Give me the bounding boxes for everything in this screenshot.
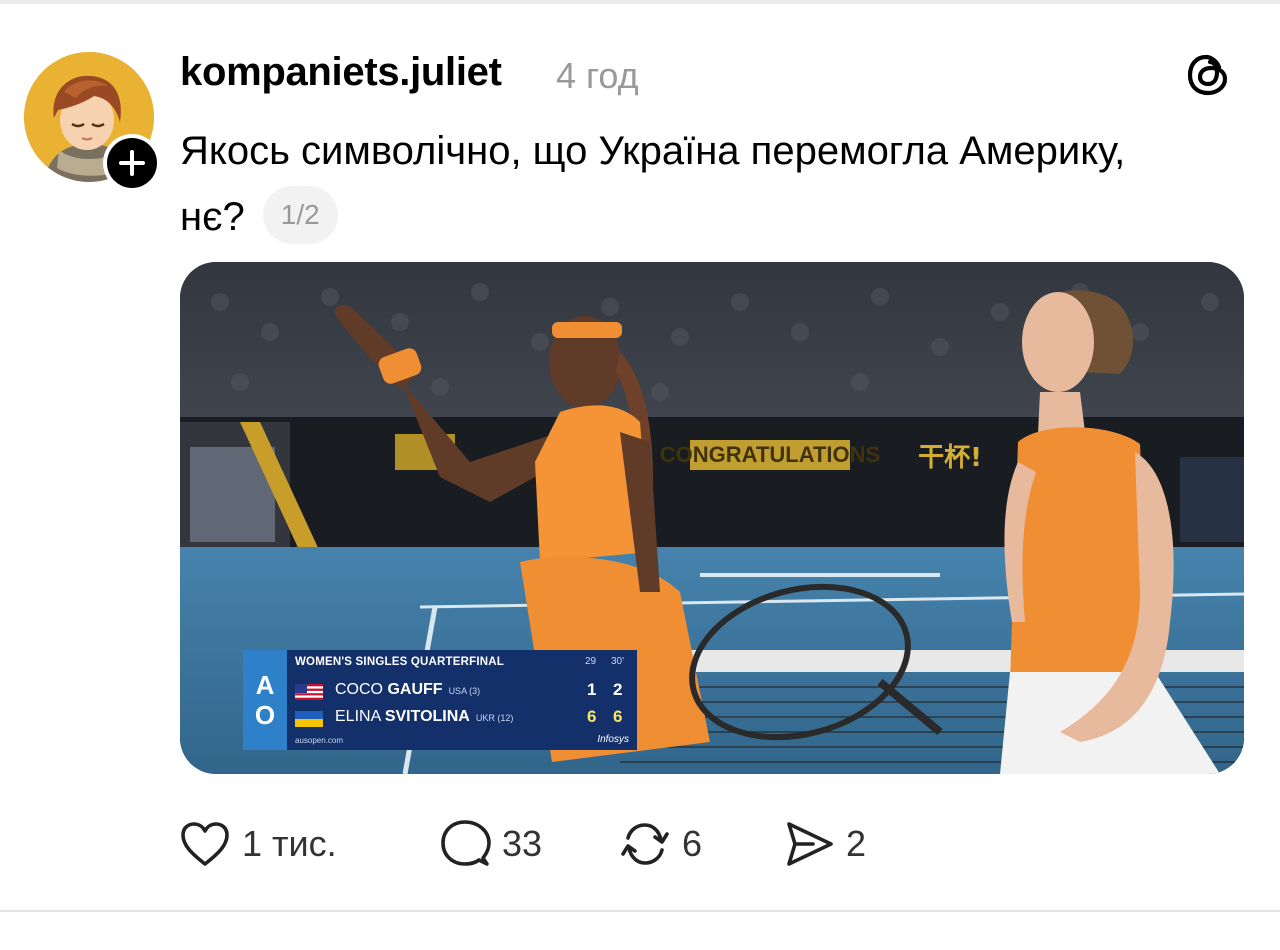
like-button[interactable]: 1 тис. bbox=[178, 814, 337, 874]
match-round: WOMEN'S SINGLES QUARTERFINAL bbox=[295, 656, 504, 668]
comment-count: 33 bbox=[502, 823, 543, 864]
carousel-page-indicator[interactable]: 1/2 bbox=[262, 186, 338, 245]
player-first-name: ELINA bbox=[335, 708, 381, 725]
follow-button[interactable] bbox=[103, 134, 161, 192]
sponsor-label: Infosys bbox=[597, 734, 629, 745]
share-button[interactable]: 2 bbox=[782, 814, 866, 874]
set-score: 1 bbox=[587, 680, 597, 699]
player-first-name: COCO bbox=[335, 681, 383, 698]
set-header-1: 29 bbox=[585, 656, 597, 667]
player-name: ELINA SVITOLINA UKR (12) bbox=[335, 708, 513, 726]
scoreboard-overlay: A O WOMEN'S SINGLES QUARTERFINAL 29 30' … bbox=[243, 650, 637, 750]
set-score: 6 bbox=[613, 707, 623, 726]
post-body: Якось символічно, що Україна перемогла А… bbox=[180, 118, 1160, 250]
usa-flag-icon bbox=[295, 684, 323, 700]
player-last-name: GAUFF bbox=[387, 681, 443, 698]
ao-logo-letter-a: A bbox=[255, 670, 275, 700]
like-count: 1 тис. bbox=[242, 823, 337, 864]
post-time: 4 год bbox=[556, 55, 639, 96]
scoreboard-body: WOMEN'S SINGLES QUARTERFINAL 29 30' COCO… bbox=[287, 650, 637, 750]
bottom-divider bbox=[0, 910, 1280, 912]
set-header-2: 30' bbox=[611, 656, 625, 667]
threads-logo-icon[interactable] bbox=[1184, 50, 1234, 100]
player-row-gauff: COCO GAUFF USA (3) 1 2 bbox=[295, 680, 635, 702]
repost-count: 6 bbox=[682, 823, 703, 864]
ukraine-flag-icon bbox=[295, 711, 323, 727]
comment-button[interactable]: 33 bbox=[438, 814, 542, 874]
site-label: ausopen.com bbox=[295, 736, 344, 745]
player-seed: USA (3) bbox=[448, 686, 481, 696]
player-last-name: SVITOLINA bbox=[384, 708, 470, 725]
repost-button[interactable]: 6 bbox=[618, 814, 702, 874]
username[interactable]: kompaniets.juliet bbox=[180, 50, 502, 95]
send-icon bbox=[782, 817, 836, 871]
post-actions: 1 тис. 33 6 2 bbox=[178, 814, 938, 874]
player-seed: UKR (12) bbox=[475, 713, 514, 723]
set-score: 6 bbox=[587, 707, 597, 726]
player-name: COCO GAUFF USA (3) bbox=[335, 681, 480, 699]
repost-icon bbox=[618, 817, 672, 871]
top-divider bbox=[0, 0, 1280, 4]
share-count: 2 bbox=[846, 823, 867, 864]
ao-logo-icon: A O bbox=[243, 650, 287, 750]
set-score: 2 bbox=[613, 680, 623, 699]
heart-icon bbox=[178, 817, 232, 871]
comment-icon bbox=[438, 817, 492, 871]
plus-icon bbox=[107, 138, 157, 188]
post-media-image[interactable]: CONGRATULATIONS 干杯! A O WOMEN'S SINGLES … bbox=[180, 262, 1244, 774]
player-row-svitolina: ELINA SVITOLINA UKR (12) 6 6 bbox=[295, 707, 635, 729]
ao-logo-letter-o: O bbox=[254, 700, 276, 730]
